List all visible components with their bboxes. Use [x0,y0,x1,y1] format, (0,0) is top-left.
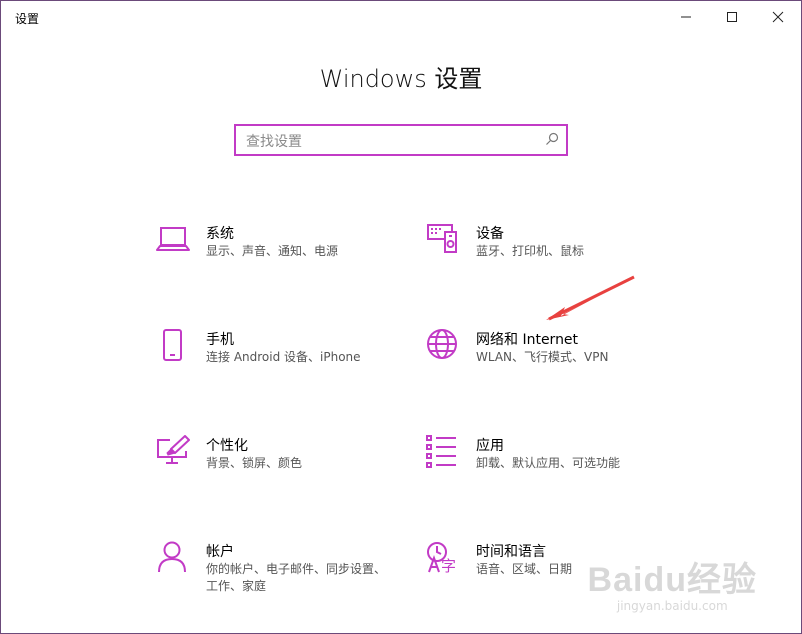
tile-description: 蓝牙、打印机、鼠标 [476,244,585,258]
tile-title: 设备 [476,226,504,242]
maximize-icon [727,12,737,22]
window-title: 设置 [15,12,40,26]
search-icon[interactable] [545,132,559,146]
tile-network-internet[interactable]: 网络和 Internet WLAN、飞行模式、VPN [426,329,666,389]
tile-accounts[interactable]: 帐户 你的帐户、电子邮件、同步设置、工作、家庭 [156,541,396,601]
tile-phone[interactable]: 手机 连接 Android 设备、iPhone [156,329,396,389]
globe-icon [427,329,457,359]
tile-description: 连接 Android 设备、iPhone [206,350,361,364]
tile-description: WLAN、飞行模式、VPN [476,350,609,364]
tile-system[interactable]: 系统 显示、声音、通知、电源 [156,223,396,283]
tile-title: 个性化 [206,438,248,454]
tile-description: 卸载、默认应用、可选功能 [476,456,621,470]
tile-title: 时间和语言 [476,544,546,560]
tile-title: 帐户 [206,544,234,560]
tile-description: 你的帐户、电子邮件、同步设置、工作、家庭 [206,562,387,593]
devices-icon [427,224,457,253]
person-icon [158,541,186,573]
page-title: Windows 设置 [319,65,483,93]
tile-title: 网络和 Internet [476,332,579,348]
tile-apps[interactable]: 应用 卸载、默认应用、可选功能 [426,435,666,495]
watermark: Baidu经验 jingyan.baidu.com [588,552,757,613]
apps-icon [426,435,456,468]
svg-text:字: 字 [441,557,456,575]
minimize-icon [681,16,691,18]
tile-title: 手机 [206,332,234,348]
settings-window: 设置 Windows 设置 查找设置 系统 显示、声音、通知、电源 设备 蓝牙、… [0,0,802,634]
tile-title: 应用 [476,438,504,454]
tile-devices[interactable]: 设备 蓝牙、打印机、鼠标 [426,223,666,283]
close-button[interactable] [755,1,801,33]
title-bar[interactable]: 设置 [1,1,801,33]
watermark-url: jingyan.baidu.com [616,599,728,613]
search-box[interactable]: 查找设置 [234,124,568,156]
annotation-arrow [546,275,635,321]
watermark-logo: Baidu经验 [587,561,757,599]
tile-description: 显示、声音、通知、电源 [206,244,339,258]
search-input[interactable]: 查找设置 [246,131,302,151]
phone-icon [163,329,182,361]
tile-description: 背景、锁屏、颜色 [206,456,303,470]
maximize-button[interactable] [709,1,755,33]
tile-title: 系统 [206,226,234,242]
laptop-icon [156,227,190,251]
tile-personalization[interactable]: 个性化 背景、锁屏、颜色 [156,435,396,495]
personalization-icon [157,435,190,464]
minimize-button[interactable] [663,1,709,33]
time-language-icon: 字 [427,542,456,575]
close-icon [772,11,784,23]
